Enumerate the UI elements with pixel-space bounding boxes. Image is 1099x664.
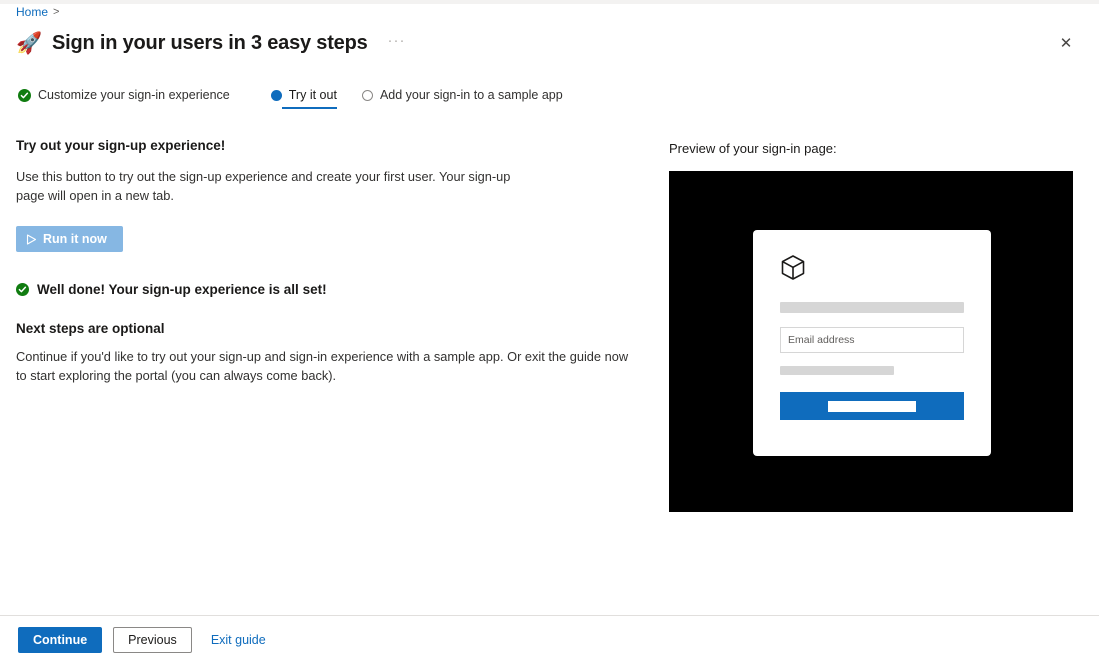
preview-frame: Email address (669, 171, 1073, 512)
preview-label: Preview of your sign-in page: (669, 141, 837, 156)
check-circle-icon (18, 88, 31, 102)
previous-button[interactable]: Previous (113, 627, 192, 653)
preview-panel: Preview of your sign-in page: Email addr… (669, 141, 1073, 512)
next-steps-heading: Next steps are optional (16, 321, 165, 336)
step-tab-sample-app[interactable]: Add your sign-in to a sample app (361, 88, 563, 109)
page-title: Sign in your users in 3 easy steps (52, 31, 368, 54)
close-button[interactable]: ✕ (1051, 28, 1081, 58)
preview-email-placeholder: Email address (788, 334, 855, 346)
preview-link-placeholder (780, 366, 895, 375)
rocket-icon: 🚀 (16, 31, 43, 55)
title-row: 🚀 Sign in your users in 3 easy steps ··· (16, 26, 1083, 60)
cube-icon (780, 254, 964, 284)
well-done-banner: Well done! Your sign-up experience is al… (16, 282, 641, 297)
play-icon (26, 234, 37, 245)
next-steps-body: Continue if you'd like to try out your s… (16, 349, 629, 383)
preview-submit-button[interactable] (780, 392, 964, 420)
step-tab-try-it-out[interactable]: Try it out (270, 88, 338, 109)
breadcrumb: Home > (16, 5, 59, 19)
top-strip (0, 0, 1099, 4)
preview-title-placeholder (780, 302, 964, 313)
continue-button[interactable]: Continue (18, 627, 103, 653)
well-done-text: Well done! Your sign-up experience is al… (37, 282, 327, 297)
more-options-icon[interactable]: ··· (388, 33, 406, 54)
breadcrumb-home-link[interactable]: Home (16, 5, 48, 19)
preview-submit-label-placeholder (827, 400, 917, 412)
preview-signin-card: Email address (753, 230, 991, 456)
section-heading: Try out your sign-up experience! (16, 138, 226, 153)
footer-bar: Continue Previous Exit guide (0, 615, 1099, 664)
exit-guide-link[interactable]: Exit guide (203, 633, 274, 647)
breadcrumb-separator-icon: > (53, 6, 60, 18)
empty-circle-icon (361, 89, 373, 101)
section-body: Use this button to try out the sign-up e… (16, 169, 511, 203)
step-tabs: Customize your sign-in experience Try it… (18, 88, 563, 109)
check-circle-icon (16, 283, 29, 296)
step-tab-customize[interactable]: Customize your sign-in experience (18, 88, 230, 109)
main-content: Try out your sign-up experience! Use thi… (16, 138, 641, 385)
run-it-now-label: Run it now (43, 232, 107, 246)
preview-email-input[interactable]: Email address (780, 327, 964, 353)
filled-circle-icon (270, 89, 282, 101)
close-icon: ✕ (1059, 35, 1073, 52)
run-it-now-button[interactable]: Run it now (16, 226, 123, 252)
step-tab-label: Try it out (288, 88, 337, 102)
step-tab-label: Add your sign-in to a sample app (379, 88, 563, 102)
step-tab-label: Customize your sign-in experience (38, 88, 230, 102)
